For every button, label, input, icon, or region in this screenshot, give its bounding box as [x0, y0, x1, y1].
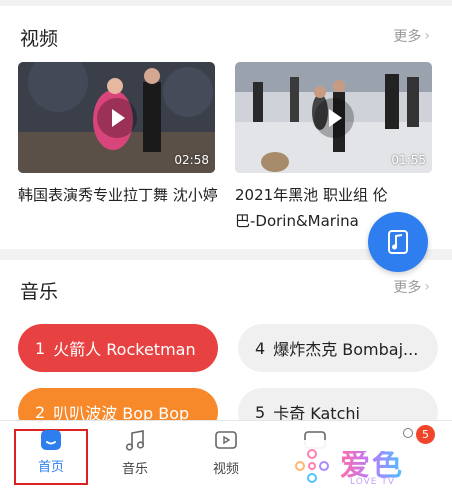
- video-thumbnail-1[interactable]: 02:58: [18, 62, 215, 173]
- tab-label: 音乐: [121, 462, 148, 477]
- video-more-link[interactable]: 更多 ›: [393, 26, 430, 46]
- music-title: 爆炸杰克 Bombaj...: [273, 340, 419, 359]
- tab-label: 首页: [37, 460, 64, 475]
- video-duration: 01:55: [391, 153, 426, 167]
- watermark-text: 爱色: [340, 447, 404, 483]
- flower-logo-icon: [295, 449, 329, 483]
- video-title-1[interactable]: 韩国表演秀专业拉丁舞 沈小婷: [18, 182, 223, 208]
- play-icon: [313, 97, 354, 138]
- video-thumbnail-2[interactable]: 01:55: [235, 62, 432, 173]
- music-note-icon: [125, 430, 145, 451]
- music-section: 音乐 更多 › 1 火箭人 Rocketman 4 爆炸杰克 Bombaj...…: [0, 260, 452, 425]
- music-note-icon: [388, 230, 408, 254]
- music-title: 火箭人 Rocketman: [53, 340, 196, 359]
- notification-badge: 5: [416, 425, 435, 444]
- tab-video[interactable]: 视频: [191, 421, 261, 487]
- play-icon: [96, 97, 137, 138]
- video-section-title: 视频: [20, 28, 59, 50]
- tab-music[interactable]: 音乐: [100, 421, 170, 487]
- profile-icon[interactable]: [403, 428, 413, 438]
- chevron-right-icon: ›: [424, 279, 430, 295]
- music-item-4[interactable]: 4 爆炸杰克 Bombaj...: [238, 324, 438, 372]
- music-item-1[interactable]: 1 火箭人 Rocketman: [18, 324, 218, 372]
- more-label: 更多: [393, 280, 422, 296]
- tab-label: 视频: [212, 462, 239, 477]
- floating-music-button[interactable]: [368, 212, 428, 272]
- music-rank: 5: [255, 402, 266, 422]
- video-play-icon: [215, 431, 237, 449]
- video-duration: 02:58: [174, 153, 209, 167]
- more-label: 更多: [393, 29, 422, 45]
- watermark-subtext: LOVE TV: [350, 477, 395, 487]
- chevron-right-icon: ›: [424, 28, 430, 44]
- video-section: 视频 更多 › 02:58 01:55 韩国表演秀专业拉丁舞 沈小婷 2021年…: [0, 6, 452, 249]
- music-rank: 1: [35, 338, 46, 358]
- home-icon: [41, 430, 61, 450]
- tab-home[interactable]: 首页: [16, 421, 86, 487]
- music-rank: 4: [255, 338, 266, 358]
- music-rank: 2: [35, 402, 46, 422]
- watermark-logo: 爱色 LOVE TV: [252, 440, 452, 491]
- music-section-title: 音乐: [20, 281, 59, 303]
- music-more-link[interactable]: 更多 ›: [393, 277, 430, 297]
